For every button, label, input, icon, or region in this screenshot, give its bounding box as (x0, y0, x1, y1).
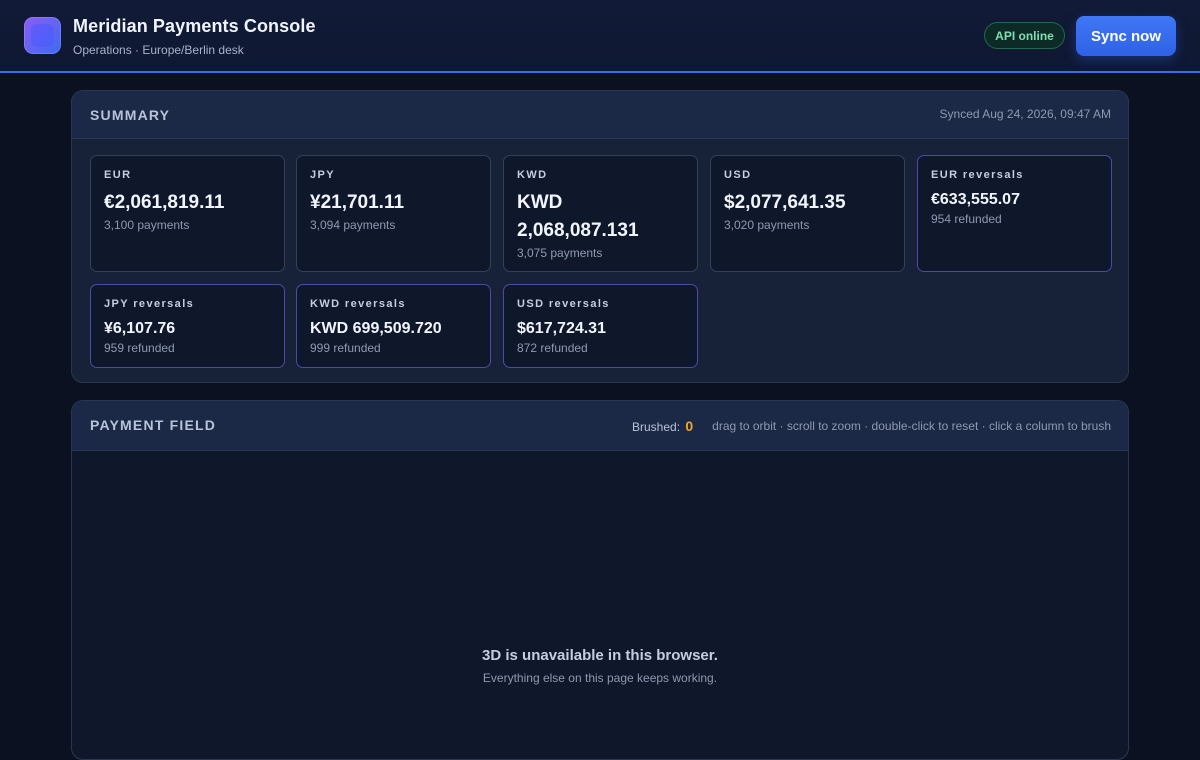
summary-card-eur-reversals: EUR reversals €633,555.07 954 refunded (917, 155, 1112, 272)
card-value: $617,724.31 (517, 320, 606, 337)
app-subtitle: Operations · Europe/Berlin desk (73, 43, 244, 57)
card-count: 3,075 payments (517, 246, 603, 260)
card-label: KWD reversals (310, 298, 406, 310)
api-status-badge: API online (984, 22, 1065, 49)
card-value: KWD 2,068,087.131 (517, 192, 639, 241)
summary-panel: SUMMARY Synced Aug 24, 2026, 09:47 AM EU… (71, 90, 1129, 383)
card-count: 959 refunded (104, 341, 175, 355)
synced-timestamp: Synced Aug 24, 2026, 09:47 AM (939, 107, 1111, 121)
summary-card-jpy-reversals: JPY reversals ¥6,107.76 959 refunded (90, 284, 285, 368)
brushed-count: 0 (685, 418, 694, 434)
card-count: 954 refunded (931, 212, 1002, 226)
summary-header: SUMMARY Synced Aug 24, 2026, 09:47 AM (72, 91, 1128, 139)
card-label: JPY (310, 169, 335, 181)
summary-card-usd-reversals: USD reversals $617,724.31 872 refunded (503, 284, 698, 368)
brushed-label: Brushed: (632, 420, 681, 434)
sync-now-button[interactable]: Sync now (1076, 16, 1176, 56)
card-label: KWD (517, 169, 548, 181)
3d-unavailable-subtitle: Everything else on this page keeps worki… (482, 671, 718, 685)
app-logo-icon (24, 17, 61, 54)
summary-card-eur: EUR €2,061,819.11 3,100 payments (90, 155, 285, 272)
summary-card-kwd-reversals: KWD reversals KWD 699,509.720 999 refund… (296, 284, 491, 368)
3d-unavailable-title: 3D is unavailable in this browser. (482, 647, 718, 664)
summary-card-usd: USD $2,077,641.35 3,020 payments (710, 155, 905, 272)
card-count: 3,100 payments (104, 218, 190, 232)
card-count: 3,020 payments (724, 218, 810, 232)
card-label: EUR (104, 169, 132, 181)
card-value: €633,555.07 (931, 191, 1020, 208)
card-label: USD (724, 169, 752, 181)
summary-card-jpy: JPY ¥21,701.11 3,094 payments (296, 155, 491, 272)
card-label: USD reversals (517, 298, 610, 310)
brushed-indicator: Brushed: 0 (632, 418, 693, 434)
card-value: $2,077,641.35 (724, 192, 846, 213)
card-count: 3,094 payments (310, 218, 396, 232)
card-value: KWD 699,509.720 (310, 320, 442, 337)
payment-field-header: PAYMENT FIELD Brushed: 0 drag to orbit ·… (72, 401, 1128, 451)
payment-field-title: PAYMENT FIELD (90, 417, 217, 433)
summary-title: SUMMARY (90, 107, 171, 123)
top-bar: Meridian Payments Console Operations · E… (0, 0, 1200, 73)
summary-card-kwd: KWD KWD 2,068,087.131 3,075 payments (503, 155, 698, 272)
app-title: Meridian Payments Console (73, 16, 316, 36)
payment-field-panel[interactable]: PAYMENT FIELD Brushed: 0 drag to orbit ·… (71, 400, 1129, 760)
card-value: ¥6,107.76 (104, 320, 176, 337)
card-value: €2,061,819.11 (104, 192, 225, 213)
card-count: 872 refunded (517, 341, 588, 355)
card-value: ¥21,701.11 (310, 192, 405, 213)
card-count: 999 refunded (310, 341, 381, 355)
card-label: EUR reversals (931, 169, 1024, 181)
interaction-hint: drag to orbit · scroll to zoom · double-… (712, 419, 1111, 433)
card-label: JPY reversals (104, 298, 195, 310)
